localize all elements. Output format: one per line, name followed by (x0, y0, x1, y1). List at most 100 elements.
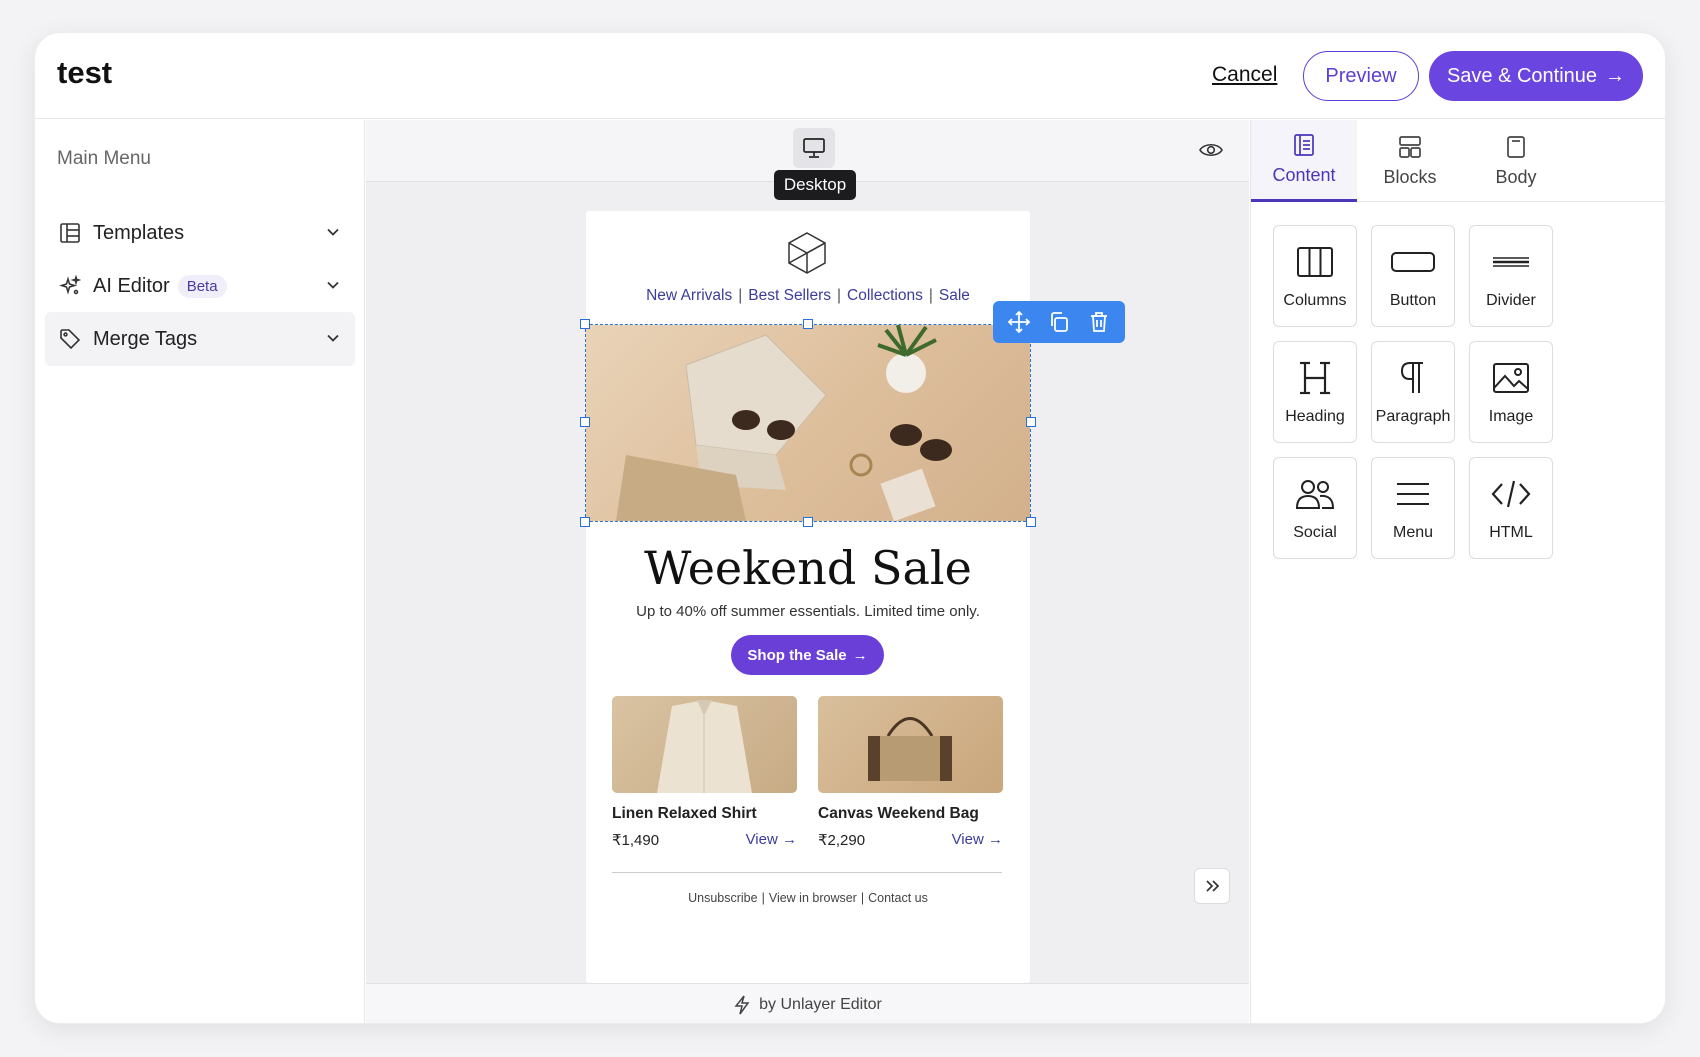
tag-icon (57, 326, 83, 352)
sidebar-item-merge-tags[interactable]: Merge Tags (45, 312, 355, 366)
top-bar: test Cancel Preview Save & Continue → (35, 33, 1665, 119)
bolt-icon (734, 995, 750, 1014)
product-name: Canvas Weekend Bag (818, 805, 979, 822)
main-menu-heading: Main Menu (57, 148, 151, 169)
chevron-down-icon (325, 329, 341, 352)
resize-handle[interactable] (580, 417, 590, 427)
tool-heading[interactable]: Heading (1273, 341, 1357, 443)
view-product-link[interactable]: View → (952, 831, 1003, 849)
paragraph-icon (1399, 358, 1427, 398)
product-card: Canvas Weekend Bag ₹2,290 View → (818, 696, 1003, 849)
nav-link-sale[interactable]: Sale (939, 287, 970, 304)
tab-content[interactable]: Content (1251, 120, 1357, 202)
powered-by-footer: by Unlayer Editor (366, 983, 1249, 1023)
footer-separator: | (761, 891, 765, 905)
product-image-bag[interactable] (818, 696, 1003, 793)
view-product-link[interactable]: View → (746, 831, 797, 849)
heading-icon (1298, 358, 1332, 398)
tool-html[interactable]: HTML (1469, 457, 1553, 559)
footer-separator: | (860, 891, 865, 905)
tool-divider[interactable]: Divider (1469, 225, 1553, 327)
tool-button[interactable]: Button (1371, 225, 1455, 327)
resize-handle[interactable] (580, 319, 590, 329)
image-icon (1492, 358, 1530, 398)
tool-social[interactable]: Social (1273, 457, 1357, 559)
tool-label: Heading (1285, 408, 1345, 425)
sidebar-item-label: Merge Tags (93, 327, 198, 350)
collapse-panel-button[interactable] (1194, 868, 1230, 904)
sidebar-item-templates[interactable]: Templates (45, 206, 355, 260)
cancel-button[interactable]: Cancel (1212, 63, 1277, 87)
nav-link-best-sellers[interactable]: Best Sellers (748, 287, 831, 304)
email-footer-links: Unsubscribe | View in browser | Contact us (586, 891, 1030, 905)
divider-icon (1491, 242, 1531, 282)
content-tools-grid: Columns Button Divider Heading Paragraph… (1273, 225, 1553, 559)
tool-image[interactable]: Image (1469, 341, 1553, 443)
product-image-shirt[interactable] (612, 696, 797, 793)
duplicate-icon[interactable] (1043, 306, 1075, 338)
product-price: ₹1,490 (612, 832, 660, 849)
resize-handle[interactable] (1026, 517, 1036, 527)
move-icon[interactable] (1003, 306, 1035, 338)
tool-paragraph[interactable]: Paragraph (1371, 341, 1455, 443)
tab-label: Content (1272, 165, 1336, 185)
eye-icon[interactable] (1198, 140, 1224, 165)
desktop-tooltip: Desktop (774, 170, 856, 200)
brand-logo (786, 231, 828, 280)
tool-label: Button (1389, 292, 1437, 309)
page-title: test (57, 55, 113, 90)
menu-icon (1395, 474, 1431, 514)
tool-label: Paragraph (1375, 408, 1451, 425)
shop-sale-button[interactable]: Shop the Sale → (731, 635, 884, 675)
unsubscribe-link[interactable]: Unsubscribe (688, 891, 757, 905)
tool-label: Columns (1283, 292, 1347, 309)
resize-handle[interactable] (803, 517, 813, 527)
powered-by-label: by Unlayer Editor (759, 995, 882, 1013)
double-chevron-right-icon (1206, 880, 1220, 892)
nav-separator: | (738, 287, 743, 304)
selection-outline (580, 319, 1036, 527)
tab-body[interactable]: Body (1463, 120, 1569, 202)
tab-blocks[interactable]: Blocks (1357, 120, 1463, 202)
arrow-right-icon: → (852, 646, 868, 664)
main-menu-sidebar: Main Menu Templates AI Editor Beta Merge… (35, 120, 365, 1023)
resize-handle[interactable] (1026, 417, 1036, 427)
sidebar-item-label: AI Editor (93, 274, 170, 297)
save-continue-button[interactable]: Save & Continue → (1429, 51, 1643, 101)
editor-window: test Cancel Preview Save & Continue → Ma… (34, 32, 1666, 1024)
content-icon (1294, 134, 1314, 156)
blocks-icon (1399, 135, 1421, 158)
tools-panel: Content Blocks Body Columns Button Divid… (1250, 120, 1665, 1023)
shop-sale-label: Shop the Sale (747, 646, 847, 664)
tool-label: Menu (1392, 524, 1434, 541)
chevron-down-icon (325, 223, 341, 246)
email-divider (612, 872, 1002, 873)
html-icon (1490, 474, 1532, 514)
tool-columns[interactable]: Columns (1273, 225, 1357, 327)
desktop-view-button[interactable] (793, 128, 835, 168)
block-toolbar (993, 301, 1125, 343)
chevron-down-icon (325, 276, 341, 299)
headline-subtitle: Up to 40% off summer essentials. Limited… (636, 603, 980, 620)
preview-button[interactable]: Preview (1303, 51, 1419, 101)
tab-label: Body (1495, 166, 1537, 187)
nav-separator: | (836, 287, 842, 304)
sidebar-item-ai-editor[interactable]: AI Editor Beta (45, 259, 355, 313)
view-in-browser-link[interactable]: View in browser (769, 891, 857, 905)
nav-link-collections[interactable]: Collections (847, 287, 923, 304)
save-continue-label: Save & Continue (1446, 64, 1598, 87)
panel-tabs: Content Blocks Body (1251, 120, 1665, 202)
beta-badge: Beta (177, 274, 227, 298)
resize-handle[interactable] (580, 517, 590, 527)
resize-handle[interactable] (803, 319, 813, 329)
columns-icon (1296, 242, 1334, 282)
monitor-icon (803, 138, 825, 158)
tool-menu[interactable]: Menu (1371, 457, 1455, 559)
product-name: Linen Relaxed Shirt (612, 805, 757, 822)
contact-us-link[interactable]: Contact us (868, 891, 928, 905)
trash-icon[interactable] (1083, 306, 1115, 338)
nav-separator: | (928, 287, 933, 304)
sidebar-item-label: Templates (93, 221, 185, 244)
nav-link-new-arrivals[interactable]: New Arrivals (646, 287, 732, 304)
tool-label: Divider (1486, 292, 1536, 309)
